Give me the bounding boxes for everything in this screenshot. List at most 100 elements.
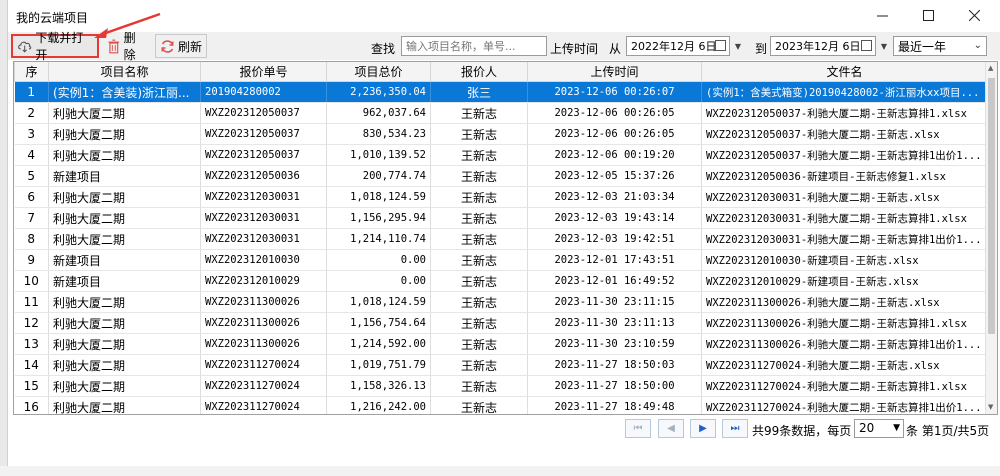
column-header[interactable]: 项目总价 [326, 62, 431, 82]
table-cell: WXZ202311270024-利驰大厦二期-王新志算排1出价1... [701, 396, 988, 414]
table-cell: 1,010,139.52 [326, 144, 431, 166]
table-cell: 新建项目 [48, 249, 201, 271]
table-cell: 利驰大厦二期 [48, 333, 201, 355]
from-date-value: 2022年12月 6日 [631, 40, 717, 53]
prev-page-button[interactable]: ◀ [658, 419, 684, 438]
minimize-icon [876, 15, 888, 16]
table-cell: 王新志 [430, 333, 528, 355]
window-title: 我的云端项目 [16, 11, 89, 25]
table-cell: 2023-12-06 00:26:07 [527, 81, 702, 103]
table-cell: WXZ202312010029 [200, 270, 327, 292]
table-cell: 2023-12-03 19:42:51 [527, 228, 702, 250]
table-cell: 2,236,350.04 [326, 81, 431, 103]
column-header[interactable]: 报价人 [430, 62, 528, 82]
trash-icon [108, 39, 120, 53]
table-cell: 1,156,295.94 [326, 207, 431, 229]
column-header[interactable]: 项目名称 [48, 62, 201, 82]
table-row[interactable]: 2 利驰大厦二期 WXZ202312050037 962,037.64 王新志 2023-… [14, 102, 988, 124]
table-row[interactable]: 5 新建项目 WXZ202312050036 200,774.74 王新志 2023-12… [14, 165, 988, 187]
column-header[interactable]: 上传时间 [527, 62, 702, 82]
table-cell: 利驰大厦二期 [48, 102, 201, 124]
from-date-picker[interactable]: 2022年12月 6日 ▼ [626, 36, 741, 56]
close-button[interactable] [951, 0, 997, 30]
table-row[interactable]: 15 利驰大厦二期 WXZ202311270024 1,158,326.13 王新志 20… [14, 375, 988, 397]
last-page-button[interactable]: ⏭ [722, 419, 748, 438]
table-cell: WXZ202312050036-新建项目-王新志修复1.xlsx [701, 165, 988, 187]
time-range-select[interactable]: 最近一年 ⌄ [893, 36, 987, 56]
table-cell: 16 [14, 396, 49, 414]
chevron-down-icon: ▼ [880, 42, 887, 51]
table-cell: 7 [14, 207, 49, 229]
table-row[interactable]: 16 利驰大厦二期 WXZ202311270024 1,216,242.00 王新志 20… [14, 396, 988, 414]
table-row[interactable]: 11 利驰大厦二期 WXZ202311300026 1,018,124.59 王新志 20… [14, 291, 988, 313]
refresh-button[interactable]: 刷新 [155, 34, 207, 58]
chevron-down-icon: ▼ [734, 42, 741, 51]
table-cell: 1,216,242.00 [326, 396, 431, 414]
table-cell: 201904280002 [200, 81, 327, 103]
scroll-up-icon[interactable]: ▲ [988, 64, 993, 72]
to-date-picker[interactable]: 2023年12月 6日 ▼ [770, 36, 887, 56]
minimize-button[interactable] [859, 0, 905, 30]
column-header[interactable]: 序 [14, 62, 49, 82]
table-header: 序项目名称 报价单号 项目总价 报价人 上传时间 文件名 [14, 62, 988, 82]
table-cell: WXZ202312030031 [200, 186, 327, 208]
time-range-value: 最近一年 [898, 40, 947, 54]
column-header[interactable]: 报价单号 [200, 62, 327, 82]
table-cell: 利驰大厦二期 [48, 375, 201, 397]
first-page-icon: ⏮ [633, 423, 643, 434]
table-cell: 利驰大厦二期 [48, 354, 201, 376]
table-row[interactable]: 12 利驰大厦二期 WXZ202311300026 1,156,754.64 王新志 20… [14, 312, 988, 334]
delete-button[interactable]: 删除 [102, 31, 152, 62]
table-cell: 2023-12-03 21:03:34 [527, 186, 702, 208]
table-cell: 王新志 [430, 165, 528, 187]
table-row[interactable]: 1 (实例1：含美装)浙江丽... 201904280002 2,236,350.04… [14, 81, 988, 103]
table-row[interactable]: 10 新建项目 WXZ202312010029 0.00 王新志 2023-12-01 1… [14, 270, 988, 292]
table-cell: WXZ202312050037 [200, 123, 327, 145]
table-cell: 2 [14, 102, 49, 124]
table-row[interactable]: 8 利驰大厦二期 WXZ202312030031 1,214,110.74 王新志 202… [14, 228, 988, 250]
close-icon [968, 9, 980, 21]
scrollbar-thumb[interactable] [988, 78, 995, 334]
table-row[interactable]: 3 利驰大厦二期 WXZ202312050037 830,534.23 王新志 2023-… [14, 123, 988, 145]
page-size-select[interactable]: 20 ▼ [854, 419, 904, 438]
table-cell: WXZ202312050037-利驰大厦二期-王新志算排1出价1... [701, 144, 988, 166]
table-cell: WXZ202312030031-利驰大厦二期-王新志.xlsx [701, 186, 988, 208]
table-row[interactable]: 6 利驰大厦二期 WXZ202312030031 1,018,124.59 王新志 202… [14, 186, 988, 208]
table-cell: 11 [14, 291, 49, 313]
table-cell: 1,214,592.00 [326, 333, 431, 355]
table-cell: WXZ202312050037 [200, 102, 327, 124]
to-date-value: 2023年12月 6日 [775, 40, 861, 53]
table-cell: 王新志 [430, 144, 528, 166]
maximize-button[interactable] [905, 0, 951, 30]
table-cell: 12 [14, 312, 49, 334]
maximize-icon [922, 9, 934, 21]
search-label: 查找 [371, 42, 396, 56]
table-cell: WXZ202311300026-利驰大厦二期-王新志算排1出价1... [701, 333, 988, 355]
column-header[interactable]: 文件名 [701, 62, 988, 82]
table-row[interactable]: 9 新建项目 WXZ202312010030 0.00 王新志 2023-12-01 17… [14, 249, 988, 271]
refresh-icon [161, 39, 174, 53]
table-cell: WXZ202311300026 [200, 333, 327, 355]
search-input[interactable] [401, 36, 547, 56]
scroll-down-icon[interactable]: ▼ [988, 403, 993, 411]
prev-page-icon: ◀ [667, 423, 675, 434]
table-row[interactable]: 13 利驰大厦二期 WXZ202311300026 1,214,592.00 王新志 20… [14, 333, 988, 355]
table-cell: 2023-12-01 17:43:51 [527, 249, 702, 271]
next-page-icon: ▶ [699, 423, 707, 434]
table-row[interactable]: 14 利驰大厦二期 WXZ202311270024 1,019,751.79 王新志 20… [14, 354, 988, 376]
table-cell: 8 [14, 228, 49, 250]
table-cell: WXZ202311270024-利驰大厦二期-王新志.xlsx [701, 354, 988, 376]
download-open-label: 下载并打开 [35, 31, 84, 62]
table-cell: 利驰大厦二期 [48, 207, 201, 229]
first-page-button[interactable]: ⏮ [625, 419, 651, 438]
vertical-scrollbar[interactable]: ▲ ▼ [985, 62, 997, 414]
calendar-icon [861, 40, 872, 51]
next-page-button[interactable]: ▶ [690, 419, 716, 438]
download-open-button[interactable]: 下载并打开 [11, 31, 99, 62]
record-summary: 共99条数据，每页 [752, 424, 852, 438]
table-cell: 王新志 [430, 249, 528, 271]
table-row[interactable]: 4 利驰大厦二期 WXZ202312050037 1,010,139.52 王新志 202… [14, 144, 988, 166]
table-cell: 王新志 [430, 123, 528, 145]
table-row[interactable]: 7 利驰大厦二期 WXZ202312030031 1,156,295.94 王新志 202… [14, 207, 988, 229]
table-cell: 利驰大厦二期 [48, 396, 201, 414]
